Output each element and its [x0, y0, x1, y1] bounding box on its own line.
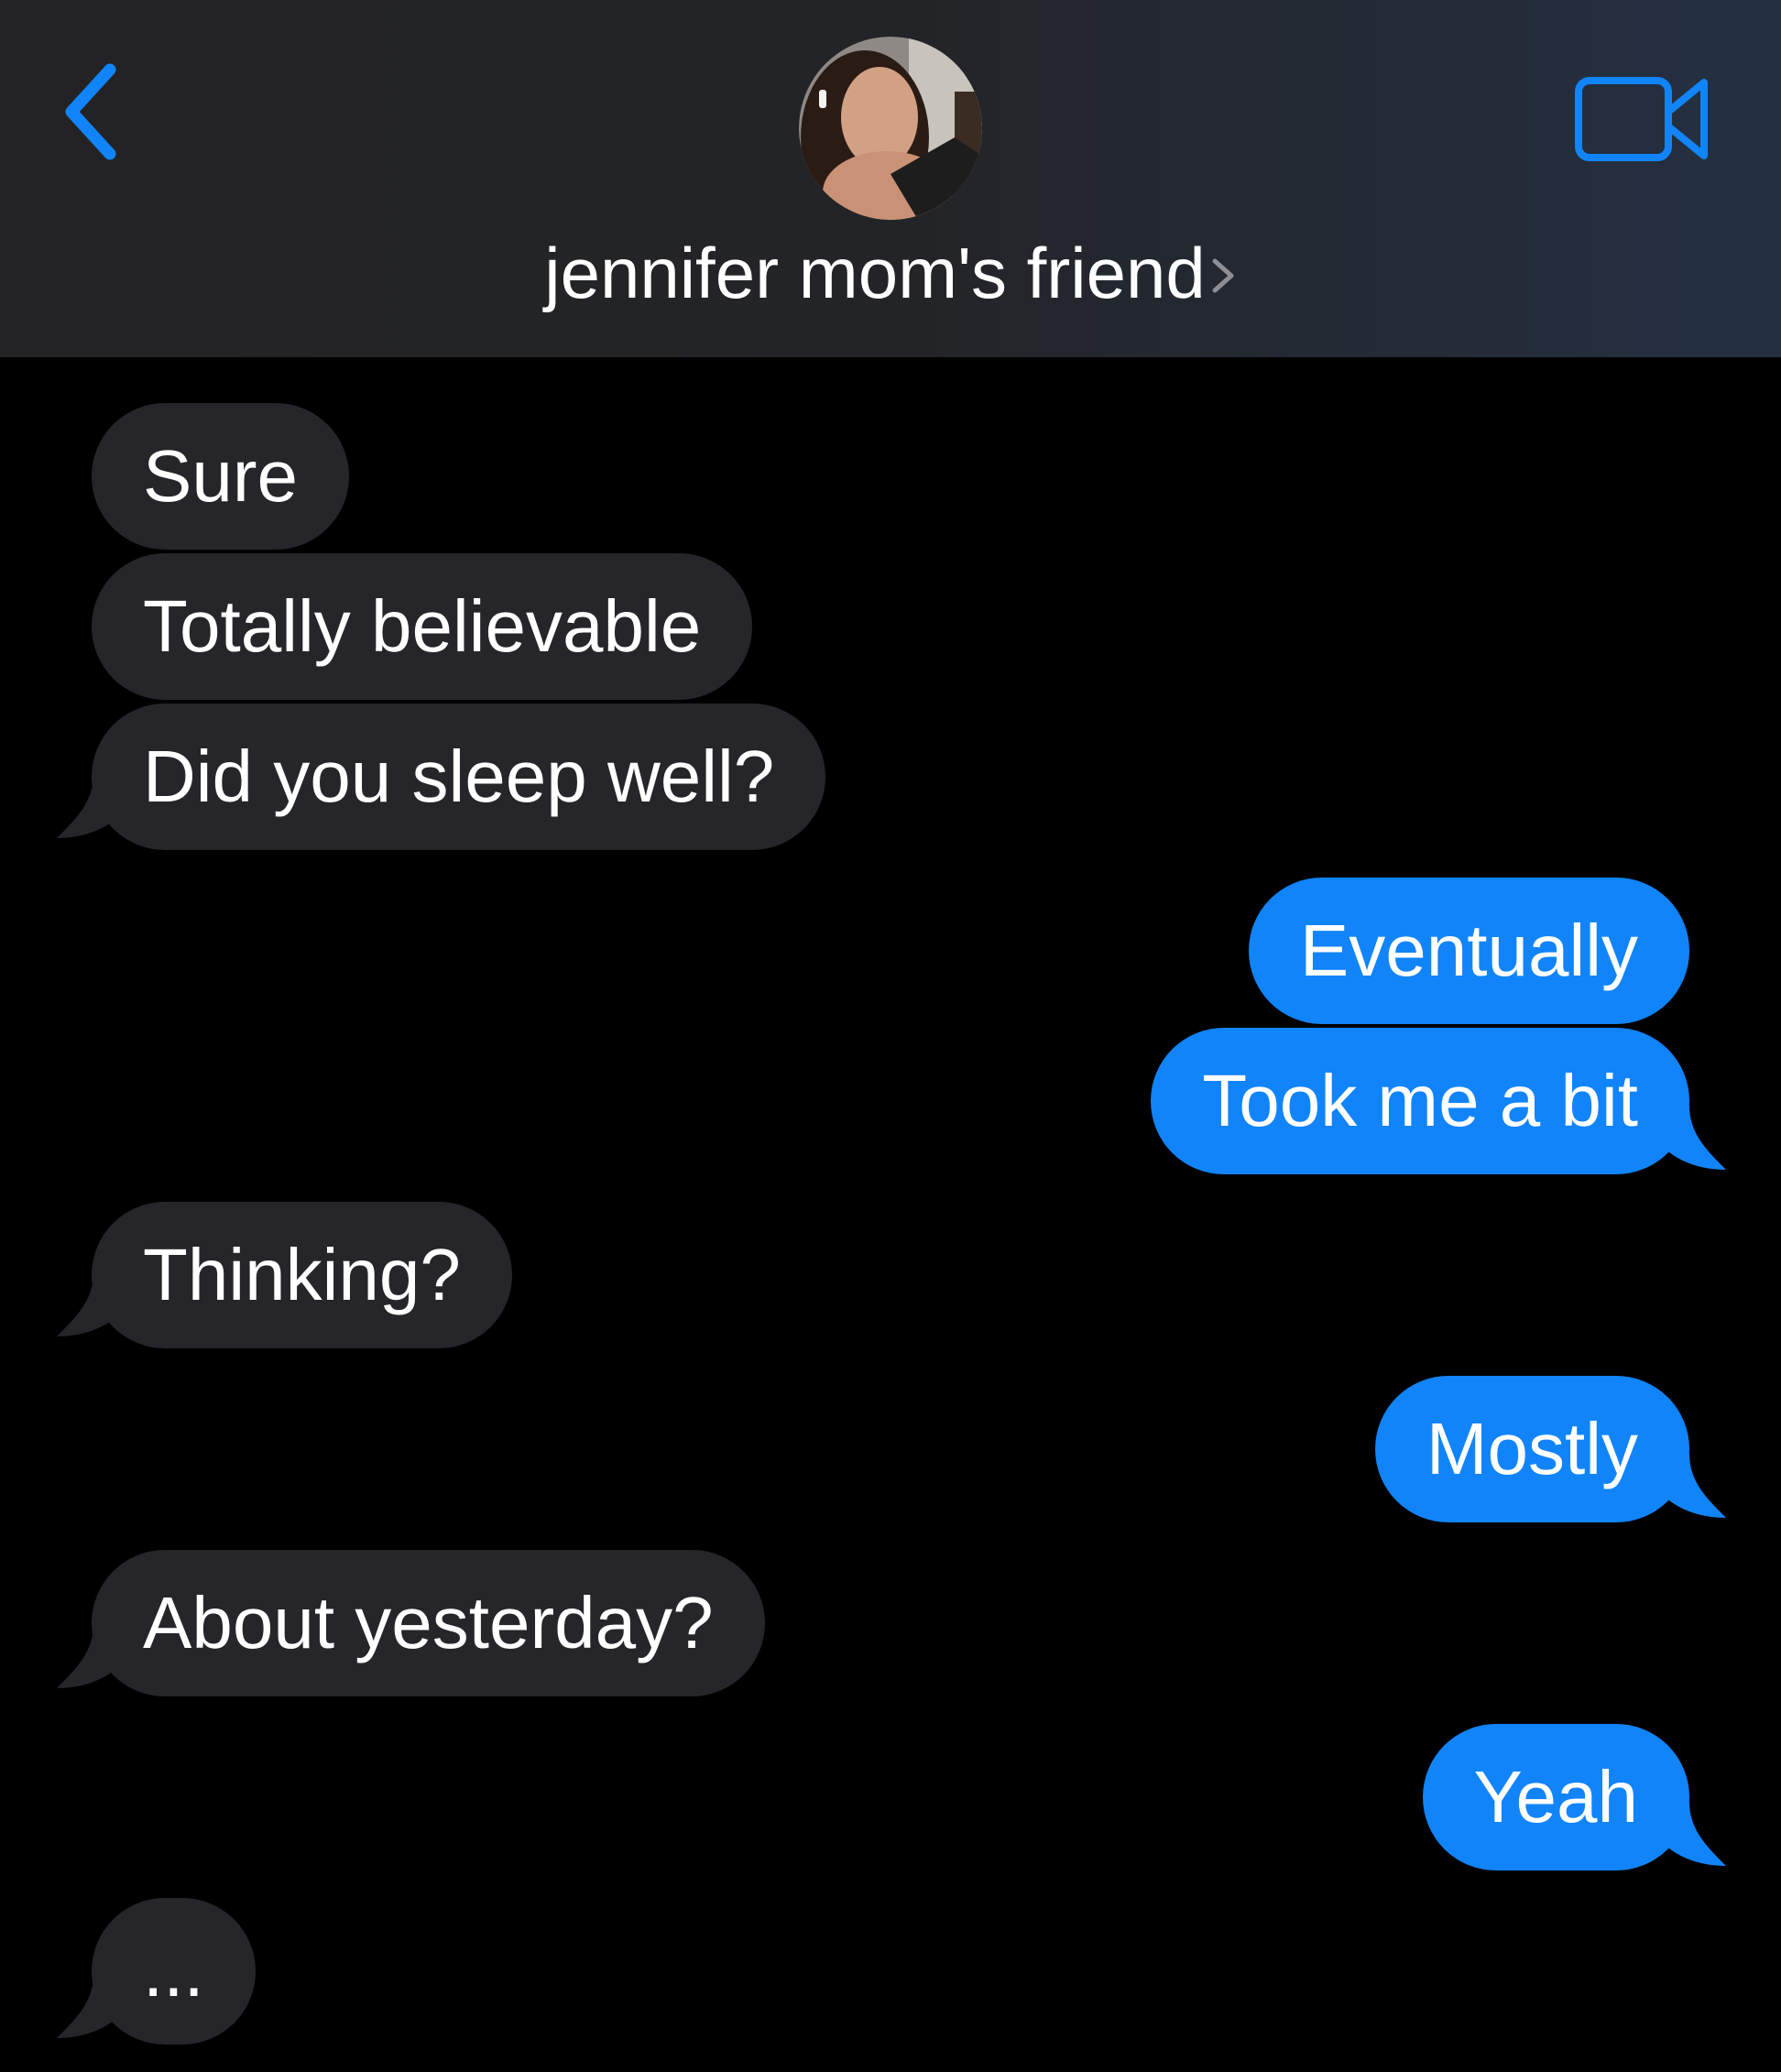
- chevron-left-icon: [65, 63, 116, 160]
- message-text: Sure: [143, 435, 298, 517]
- message-text: About yesterday?: [143, 1582, 714, 1663]
- message-bubble-sent[interactable]: Eventually: [1248, 878, 1689, 1024]
- message-bubble-sent[interactable]: Mostly: [1374, 1376, 1689, 1522]
- chevron-right-icon: [1212, 258, 1234, 293]
- message-text: Did you sleep well?: [143, 736, 775, 817]
- message-bubble-received[interactable]: ...: [92, 1898, 256, 2045]
- back-button[interactable]: [53, 57, 136, 167]
- avatar-photo: [799, 37, 982, 220]
- message-text: Thinking?: [143, 1234, 461, 1315]
- message-text: Took me a bit: [1202, 1060, 1638, 1141]
- message-bubble-sent[interactable]: Yeah: [1422, 1724, 1689, 1870]
- message-bubble-received[interactable]: Sure: [92, 403, 349, 550]
- contact-name-label: jennifer mom's friend: [544, 233, 1206, 313]
- contact-avatar[interactable]: [799, 37, 982, 220]
- video-camera-icon: [1575, 77, 1708, 161]
- message-text: Mostly: [1426, 1408, 1638, 1489]
- contact-name-button[interactable]: jennifer mom's friend: [0, 229, 1781, 317]
- message-bubble-received[interactable]: Totally believable: [92, 553, 753, 700]
- message-bubble-received[interactable]: Thinking?: [92, 1202, 512, 1348]
- message-text: Eventually: [1299, 910, 1638, 991]
- facetime-video-button[interactable]: [1574, 71, 1713, 167]
- message-bubble-received[interactable]: About yesterday?: [92, 1550, 765, 1696]
- message-text: ...: [143, 1930, 204, 2012]
- message-text: Yeah: [1473, 1756, 1639, 1838]
- message-bubble-sent[interactable]: Took me a bit: [1151, 1028, 1689, 1174]
- message-text: Totally believable: [143, 585, 702, 667]
- conversation-header: jennifer mom's friend: [0, 0, 1781, 357]
- message-bubble-received[interactable]: Did you sleep well?: [92, 703, 826, 850]
